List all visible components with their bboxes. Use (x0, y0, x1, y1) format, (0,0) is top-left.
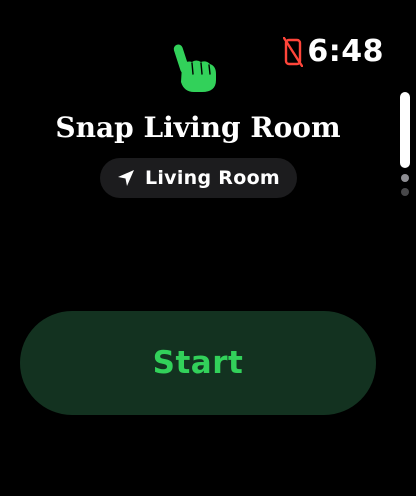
status-bar: 6:48 (283, 34, 384, 70)
start-button[interactable]: Start (20, 311, 376, 415)
location-arrow-icon (117, 170, 134, 186)
location-label: Living Room (144, 167, 281, 189)
location-chip[interactable]: Living Room (100, 158, 297, 198)
scroll-indicator[interactable] (400, 92, 410, 196)
clock-time: 6:48 (307, 34, 384, 69)
scroll-page-dot (401, 188, 409, 196)
hand-pointing-icon[interactable] (172, 42, 220, 94)
phone-disconnected-icon (283, 37, 304, 67)
app-title: Snap Living Room (55, 111, 341, 144)
scroll-page-dot (401, 174, 409, 182)
scroll-thumb[interactable] (400, 92, 410, 168)
